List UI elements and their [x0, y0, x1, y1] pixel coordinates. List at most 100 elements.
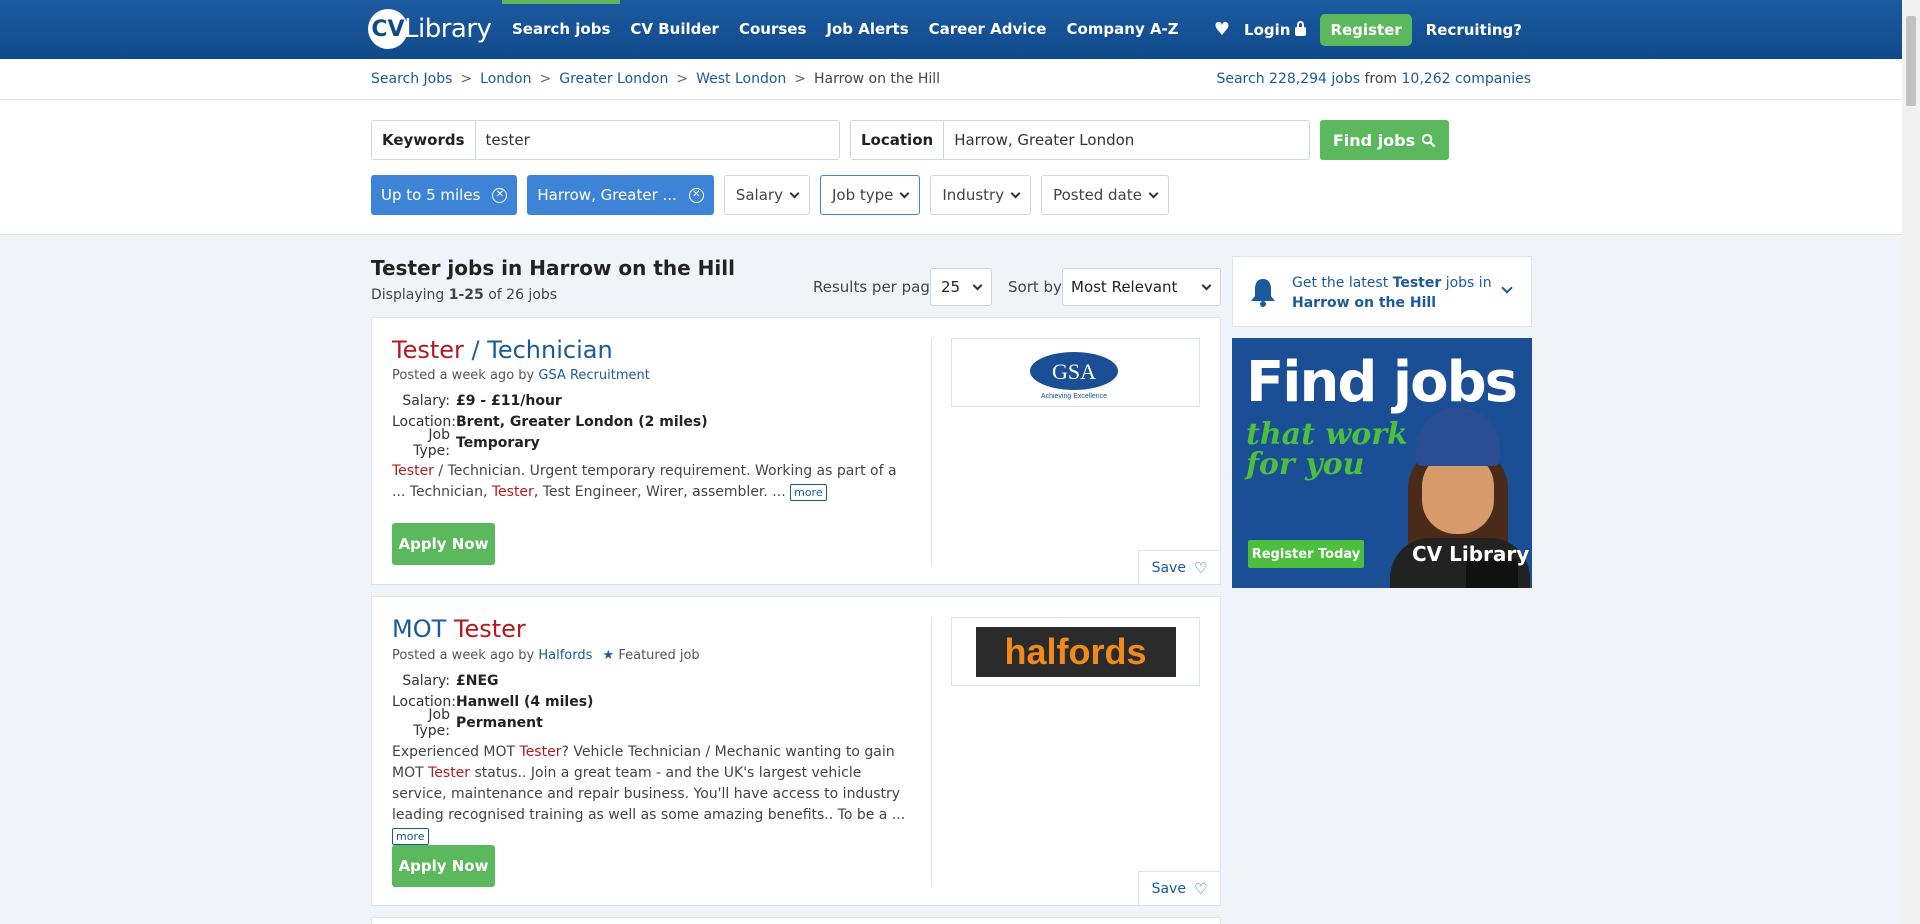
keywords-input[interactable]: tester	[476, 121, 540, 159]
scrollbar-thumb[interactable]	[1906, 16, 1916, 106]
find-jobs-label: Find jobs	[1332, 130, 1416, 150]
sort-by-label: Sort by:	[1008, 278, 1066, 296]
salary-dropdown[interactable]: Salary	[723, 175, 810, 215]
location-value: Brent, Greater London (2 miles)	[456, 413, 708, 430]
posted-text: Posted a week ago by	[392, 368, 535, 383]
industry-dropdown[interactable]: Industry	[930, 175, 1032, 215]
job-meta: Salary: £NEG Location: Hanwell (4 miles) J…	[392, 670, 593, 739]
nav-job-alerts[interactable]: Job Alerts	[816, 0, 918, 59]
company-logo[interactable]: halfords	[951, 617, 1200, 686]
recruiting-link[interactable]: Recruiting?	[1426, 21, 1522, 39]
breadcrumb-search-jobs[interactable]: Search Jobs	[371, 71, 452, 87]
apply-now-button[interactable]: Apply Now	[392, 523, 495, 565]
job-title-text: / Technician	[463, 336, 613, 364]
sort-by-select[interactable]: Most Relevant	[1062, 268, 1221, 306]
posted-info: Posted a week ago by Halfords ★ Featured…	[392, 648, 700, 663]
chip-label: Up to 5 miles	[381, 186, 481, 204]
rpp-value: 25	[941, 278, 961, 296]
chevron-down-icon	[972, 280, 983, 290]
breadcrumb-london[interactable]: London	[480, 71, 531, 87]
breadcrumb-separator: >	[676, 71, 689, 87]
find-jobs-button[interactable]: Find jobs	[1320, 120, 1449, 160]
card-divider	[931, 617, 932, 887]
ad-register-today-button[interactable]: Register Today	[1248, 540, 1364, 568]
nav-cv-builder[interactable]: CV Builder	[620, 0, 729, 59]
more-link[interactable]: more	[790, 484, 827, 501]
register-button[interactable]: Register	[1320, 13, 1412, 46]
job-meta: Salary: £9 - £11/hour Location: Brent, Gre…	[392, 390, 708, 459]
company-link[interactable]: GSA Recruitment	[538, 368, 649, 383]
company-link[interactable]: Halfords	[538, 648, 592, 663]
alert-keyword: Tester	[1392, 275, 1442, 291]
job-card: Tester / Technician Posted a week ago by…	[371, 317, 1221, 585]
breadcrumb: Search Jobs > London > Greater London > …	[371, 71, 940, 87]
desc-keyword: Tester	[519, 744, 562, 760]
breadcrumb-separator: >	[460, 71, 473, 87]
posted-text: Posted a week ago by	[392, 648, 535, 663]
job-type-row: Job Type: Permanent	[392, 707, 593, 739]
ad-cv-library-logo: CV Library	[1412, 542, 1530, 566]
location-input[interactable]: Harrow, Greater London	[944, 121, 1144, 159]
breadcrumb-greater-london[interactable]: Greater London	[559, 71, 668, 87]
search-prefix: Search	[1216, 71, 1265, 87]
keywords-field[interactable]: Keywords tester	[371, 120, 840, 160]
job-type-dropdown[interactable]: Job type	[819, 175, 921, 215]
keywords-label: Keywords	[372, 121, 476, 159]
breadcrumb-current: Harrow on the Hill	[814, 71, 941, 87]
results-count: Displaying 1-25 of 26 jobs	[371, 287, 557, 303]
job-title-text: MOT	[392, 615, 454, 643]
nav-search-jobs[interactable]: Search jobs	[502, 0, 621, 59]
jobs-count-link[interactable]: 228,294 jobs	[1269, 71, 1360, 87]
featured-label: Featured job	[618, 648, 700, 663]
job-card	[371, 917, 1221, 924]
company-logo[interactable]: GSA Achieving Excellence	[951, 338, 1200, 407]
heart-outline-icon: ♡	[1193, 879, 1208, 898]
save-label: Save	[1151, 880, 1186, 897]
job-title-link[interactable]: MOT Tester	[392, 615, 526, 643]
job-alert-text: Get the latest Tester jobs in Harrow on …	[1292, 273, 1492, 313]
location-filter-chip[interactable]: Harrow, Greater ... ✕	[527, 175, 714, 215]
more-link[interactable]: more	[392, 828, 429, 845]
ad-headline: Find jobs	[1246, 350, 1518, 415]
save-label: Save	[1151, 559, 1186, 576]
nav-courses[interactable]: Courses	[729, 0, 816, 59]
location-field[interactable]: Location Harrow, Greater London	[850, 120, 1310, 160]
results-per-page-select[interactable]: 25	[930, 268, 992, 306]
job-type-row: Job Type: Temporary	[392, 427, 708, 459]
gsa-logo-tagline: Achieving Excellence	[1040, 393, 1106, 400]
chevron-down-icon	[1501, 282, 1513, 294]
posted-date-dropdown[interactable]: Posted date	[1041, 175, 1169, 215]
breadcrumb-separator: >	[794, 71, 807, 87]
salary-value: £9 - £11/hour	[456, 392, 562, 409]
saved-jobs-heart-icon[interactable]: ♥	[1214, 19, 1230, 40]
save-job-button[interactable]: Save ♡	[1138, 550, 1220, 584]
companies-count-link[interactable]: 10,262 companies	[1402, 71, 1531, 87]
save-job-button[interactable]: Save ♡	[1138, 871, 1220, 905]
breadcrumb-separator: >	[539, 71, 552, 87]
job-type-key: Job Type:	[413, 706, 450, 739]
breadcrumb-west-london[interactable]: West London	[696, 71, 786, 87]
distance-filter-chip[interactable]: Up to 5 miles ✕	[371, 175, 518, 215]
nav-career-advice[interactable]: Career Advice	[919, 0, 1057, 59]
nav-company-a-z[interactable]: Company A-Z	[1056, 0, 1188, 59]
alert-location: Harrow on the Hill	[1292, 295, 1436, 311]
dropdown-label: Job type	[831, 186, 894, 204]
page-scrollbar[interactable]	[1902, 0, 1920, 924]
logo-text: Library	[404, 14, 492, 44]
advertisement-banner[interactable]: Find jobs that work for you Register Tod…	[1232, 338, 1532, 588]
filter-bar: Up to 5 miles ✕ Harrow, Greater ... ✕ Sa…	[371, 175, 1169, 215]
job-alert-box[interactable]: Get the latest Tester jobs in Harrow on …	[1232, 256, 1532, 327]
login-link[interactable]: Login	[1244, 20, 1307, 39]
remove-filter-icon[interactable]: ✕	[492, 187, 508, 203]
job-title-link[interactable]: Tester / Technician	[392, 336, 613, 364]
cv-library-logo[interactable]: CV Library	[368, 8, 492, 50]
job-type-key: Job Type:	[413, 426, 450, 459]
desc-text: Experienced MOT	[392, 744, 520, 760]
job-count-summary: Search 228,294 jobs from 10,262 companie…	[1216, 71, 1531, 87]
remove-filter-icon[interactable]: ✕	[688, 187, 704, 203]
job-card: MOT Tester Posted a week ago by Halfords…	[371, 596, 1221, 906]
apply-now-button[interactable]: Apply Now	[392, 845, 495, 887]
login-label: Login	[1244, 20, 1291, 39]
displaying-suffix: of 26 jobs	[488, 287, 558, 303]
gsa-logo-text: GSA	[1051, 359, 1095, 384]
